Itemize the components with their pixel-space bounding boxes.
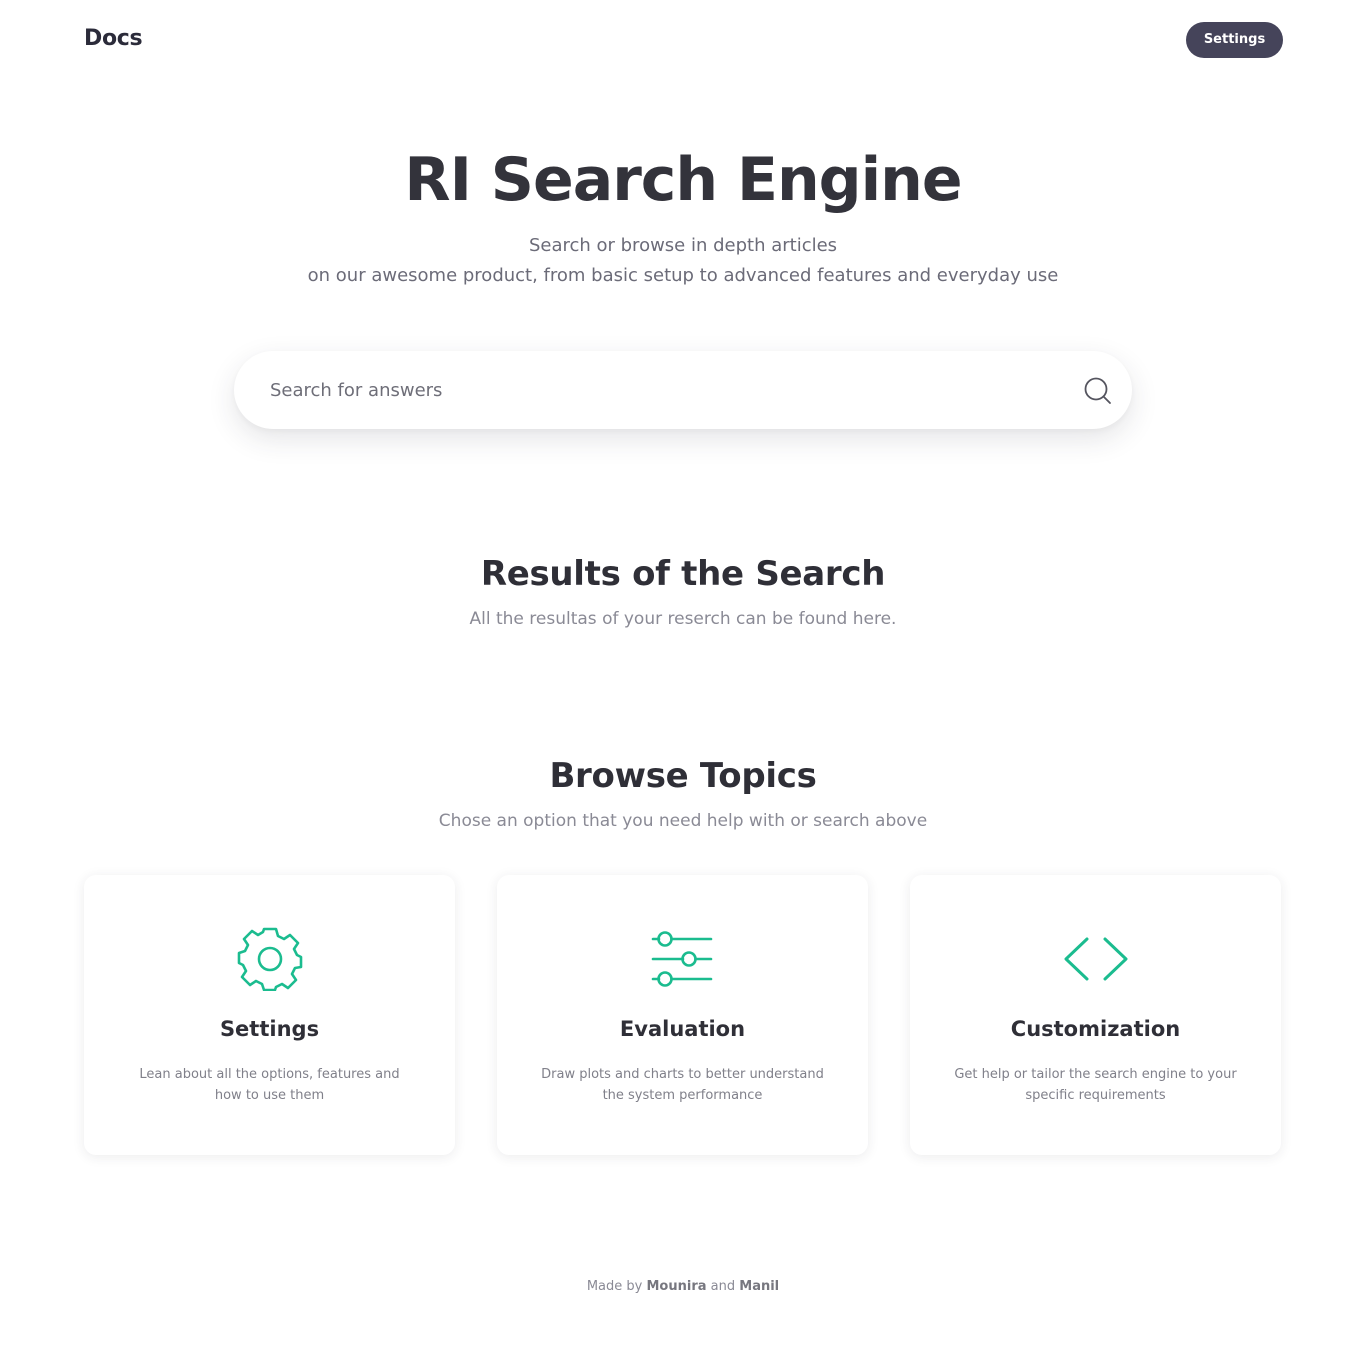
- footer-author-1: Mounira: [646, 1279, 707, 1294]
- search-bar: [234, 351, 1132, 429]
- search-icon[interactable]: [1083, 376, 1113, 406]
- settings-button[interactable]: Settings: [1186, 22, 1283, 58]
- results-subtitle: All the resultas of your reserch can be …: [469, 609, 897, 629]
- card-description: Lean about all the options, features and…: [139, 1067, 400, 1103]
- card-title: Customization: [1010, 1017, 1181, 1041]
- results-title: Results of the Search: [480, 554, 886, 594]
- page-title: RI Search Engine: [404, 145, 962, 215]
- card-title: Evaluation: [619, 1017, 746, 1041]
- hero-subtitle-line2: on our awesome product, from basic setup…: [307, 265, 1059, 286]
- code-icon: [1060, 927, 1132, 991]
- topic-card-evaluation[interactable]: Evaluation Draw plots and charts to bett…: [497, 875, 868, 1155]
- card-description: Draw plots and charts to better understa…: [541, 1067, 824, 1103]
- hero-subtitle-line1: Search or browse in depth articles: [528, 235, 838, 256]
- footer-credits: Made by Mounira and Manil: [0, 1278, 1366, 1296]
- topic-card-customization[interactable]: Customization Get help or tailor the sea…: [910, 875, 1281, 1155]
- topics-subtitle: Chose an option that you need help with …: [438, 811, 928, 831]
- gear-icon: [234, 927, 306, 992]
- footer-author-2: Manil: [739, 1279, 780, 1294]
- card-title: Settings: [219, 1017, 320, 1041]
- topic-card-settings[interactable]: Settings Lean about all the options, fea…: [84, 875, 455, 1155]
- brand-logo-link[interactable]: Docs: [84, 26, 143, 51]
- sliders-icon: [647, 927, 719, 991]
- search-input[interactable]: [270, 370, 1050, 410]
- card-description: Get help or tailor the search engine to …: [954, 1067, 1237, 1103]
- footer-conjunction: and: [710, 1279, 736, 1294]
- footer-prefix: Made by: [586, 1279, 643, 1294]
- topics-title: Browse Topics: [549, 756, 817, 796]
